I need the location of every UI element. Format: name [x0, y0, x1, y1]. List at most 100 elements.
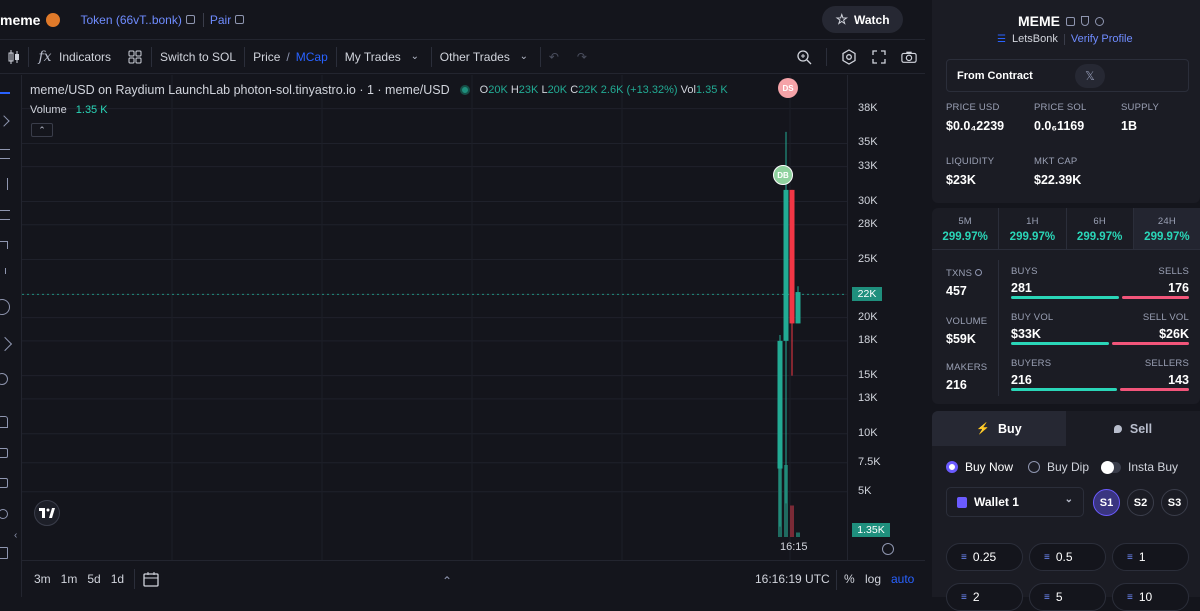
price-axis[interactable]: 22K 1.35K 16:15 5K7.5K10K13K15K18K20K22K…: [780, 75, 925, 560]
lock-tool-icon[interactable]: [0, 448, 8, 458]
pattern-tool-icon[interactable]: [0, 178, 8, 190]
search-icon[interactable]: [1095, 16, 1104, 26]
mcap-label: MKT CAP: [1034, 156, 1078, 167]
divider: [1063, 33, 1065, 45]
scroll-up-icon[interactable]: ⌃: [442, 574, 452, 588]
amount-label: 1: [1138, 550, 1146, 564]
current-price-tag: 22K: [852, 287, 882, 302]
amount-button[interactable]: ≡ 0.25: [946, 543, 1023, 571]
collapse-left-icon[interactable]: ‹: [14, 530, 17, 541]
chart-pane[interactable]: meme/USD on Raydium LaunchLab photon-sol…: [22, 75, 847, 560]
period-tab-6h[interactable]: 6H 299.97%: [1066, 208, 1134, 250]
gear-icon[interactable]: [841, 49, 857, 65]
info-icon[interactable]: [974, 269, 982, 276]
txns-label-row: TXNS: [946, 268, 982, 279]
period-label: 5M: [958, 216, 972, 227]
buy-now-option[interactable]: Buy Now: [946, 460, 1013, 474]
indicators-button[interactable]: fx Indicators: [29, 40, 119, 73]
sell-vol-bar: [1112, 342, 1189, 345]
percent-toggle[interactable]: %: [844, 572, 855, 586]
undo-icon[interactable]: ↶: [549, 50, 559, 64]
interval-1m[interactable]: 1m: [61, 572, 78, 586]
collapse-legend-button[interactable]: ⌃: [31, 123, 53, 137]
interval-5d[interactable]: 5d: [87, 572, 100, 586]
period-tab-24h[interactable]: 24H 299.97%: [1133, 208, 1200, 250]
auto-toggle[interactable]: auto: [891, 572, 914, 586]
shield-icon[interactable]: [1081, 16, 1089, 26]
slot-s1-button[interactable]: S1: [1093, 489, 1120, 516]
interval-1d[interactable]: 1d: [111, 572, 124, 586]
cursor-tool-icon[interactable]: [0, 92, 10, 94]
axis-settings-icon[interactable]: [882, 543, 894, 555]
radio-selected-icon[interactable]: [946, 461, 958, 473]
slot-s3-button[interactable]: S3: [1161, 489, 1188, 516]
switch-to-sol-button[interactable]: Switch to SOL: [152, 40, 244, 73]
radio-icon[interactable]: [1028, 461, 1040, 473]
price-sol-value: 0.0₆1169: [1034, 119, 1085, 133]
pair-label[interactable]: Pair: [210, 13, 231, 27]
emoji-tool-icon[interactable]: [0, 299, 10, 315]
buy-tab[interactable]: ⚡ Buy: [932, 411, 1066, 446]
mcap-option[interactable]: MCap: [296, 50, 328, 64]
copy-icon[interactable]: [185, 15, 195, 24]
chevron-down-icon: ⌄: [519, 51, 528, 62]
price-mcap-toggle[interactable]: Price / MCap: [245, 40, 336, 73]
layouts-button[interactable]: [119, 40, 151, 73]
price-usd-value: $0.0₄2239: [946, 119, 1005, 133]
interval-3m[interactable]: 3m: [34, 572, 51, 586]
other-trades-dropdown[interactable]: Other Trades ⌄: [432, 40, 540, 73]
candlestick-chart[interactable]: [22, 75, 847, 560]
sell-tab[interactable]: Sell: [1066, 411, 1200, 446]
liquidity-value: $23K: [946, 173, 976, 187]
buy-dip-option[interactable]: Buy Dip: [1028, 460, 1089, 474]
buys-label: BUYS: [1011, 266, 1038, 277]
tradingview-logo-icon[interactable]: [34, 500, 60, 526]
amount-button[interactable]: ≡ 10: [1112, 583, 1189, 611]
amount-button[interactable]: ≡ 1: [1112, 543, 1189, 571]
pair-link[interactable]: Pair: [210, 13, 245, 27]
candle-type-button[interactable]: [0, 40, 28, 73]
db-marker[interactable]: DB: [773, 165, 793, 185]
amount-button[interactable]: ≡ 0.5: [1029, 543, 1106, 571]
insta-buy-toggle[interactable]: Insta Buy: [1101, 460, 1178, 474]
my-trades-dropdown[interactable]: My Trades ⌄: [337, 40, 431, 73]
brush-tool-icon[interactable]: [0, 241, 8, 249]
fib-tool-icon[interactable]: [0, 149, 10, 159]
calendar-range-icon[interactable]: [143, 571, 159, 587]
letsbonk-icon: ☰: [997, 33, 1006, 45]
log-toggle[interactable]: log: [865, 572, 881, 586]
amount-button[interactable]: ≡ 5: [1029, 583, 1106, 611]
slot-s2-button[interactable]: S2: [1127, 489, 1154, 516]
search-plus-icon[interactable]: [796, 49, 812, 65]
ruler-tool-icon[interactable]: [0, 336, 13, 352]
period-tab-1h[interactable]: 1H 299.97%: [999, 208, 1067, 250]
token-address-link[interactable]: Token (66vT..bonk): [80, 13, 195, 27]
x-social-icon[interactable]: 𝕏: [1075, 64, 1105, 88]
toggle-switch[interactable]: [1101, 460, 1121, 474]
utc-clock[interactable]: 16:16:19 UTC: [755, 572, 830, 586]
fullscreen-icon[interactable]: [871, 49, 887, 65]
price-tick-label: 10K: [858, 426, 878, 439]
time-axis-label: 16:15: [780, 541, 808, 553]
copy-icon[interactable]: [1066, 16, 1075, 26]
text-tool-icon[interactable]: [0, 268, 6, 274]
price-option[interactable]: Price: [253, 50, 280, 64]
period-tab-5m[interactable]: 5M 299.97%: [932, 208, 1000, 250]
magnet-tool-icon[interactable]: [0, 416, 8, 428]
vol-labels: BUY VOL SELL VOL: [1011, 312, 1189, 323]
amount-button[interactable]: ≡ 2: [946, 583, 1023, 611]
trendline-tool-icon[interactable]: [0, 115, 10, 127]
wallet-select[interactable]: Wallet 1 ⌄: [946, 487, 1084, 517]
token-address[interactable]: Token (66vT..bonk): [80, 13, 181, 27]
hide-tool-icon[interactable]: [0, 509, 8, 519]
redo-icon[interactable]: ↷: [577, 50, 587, 64]
camera-icon[interactable]: [901, 49, 917, 65]
ds-marker[interactable]: DS: [778, 78, 798, 98]
watch-button[interactable]: ☆ Watch: [822, 6, 903, 33]
verify-profile-link[interactable]: Verify Profile: [1071, 33, 1133, 45]
eye-tool-icon[interactable]: [0, 478, 8, 488]
copy-icon[interactable]: [235, 15, 245, 24]
trash-tool-icon[interactable]: [0, 547, 8, 559]
zoom-tool-icon[interactable]: [0, 373, 8, 385]
projection-tool-icon[interactable]: [0, 210, 10, 220]
